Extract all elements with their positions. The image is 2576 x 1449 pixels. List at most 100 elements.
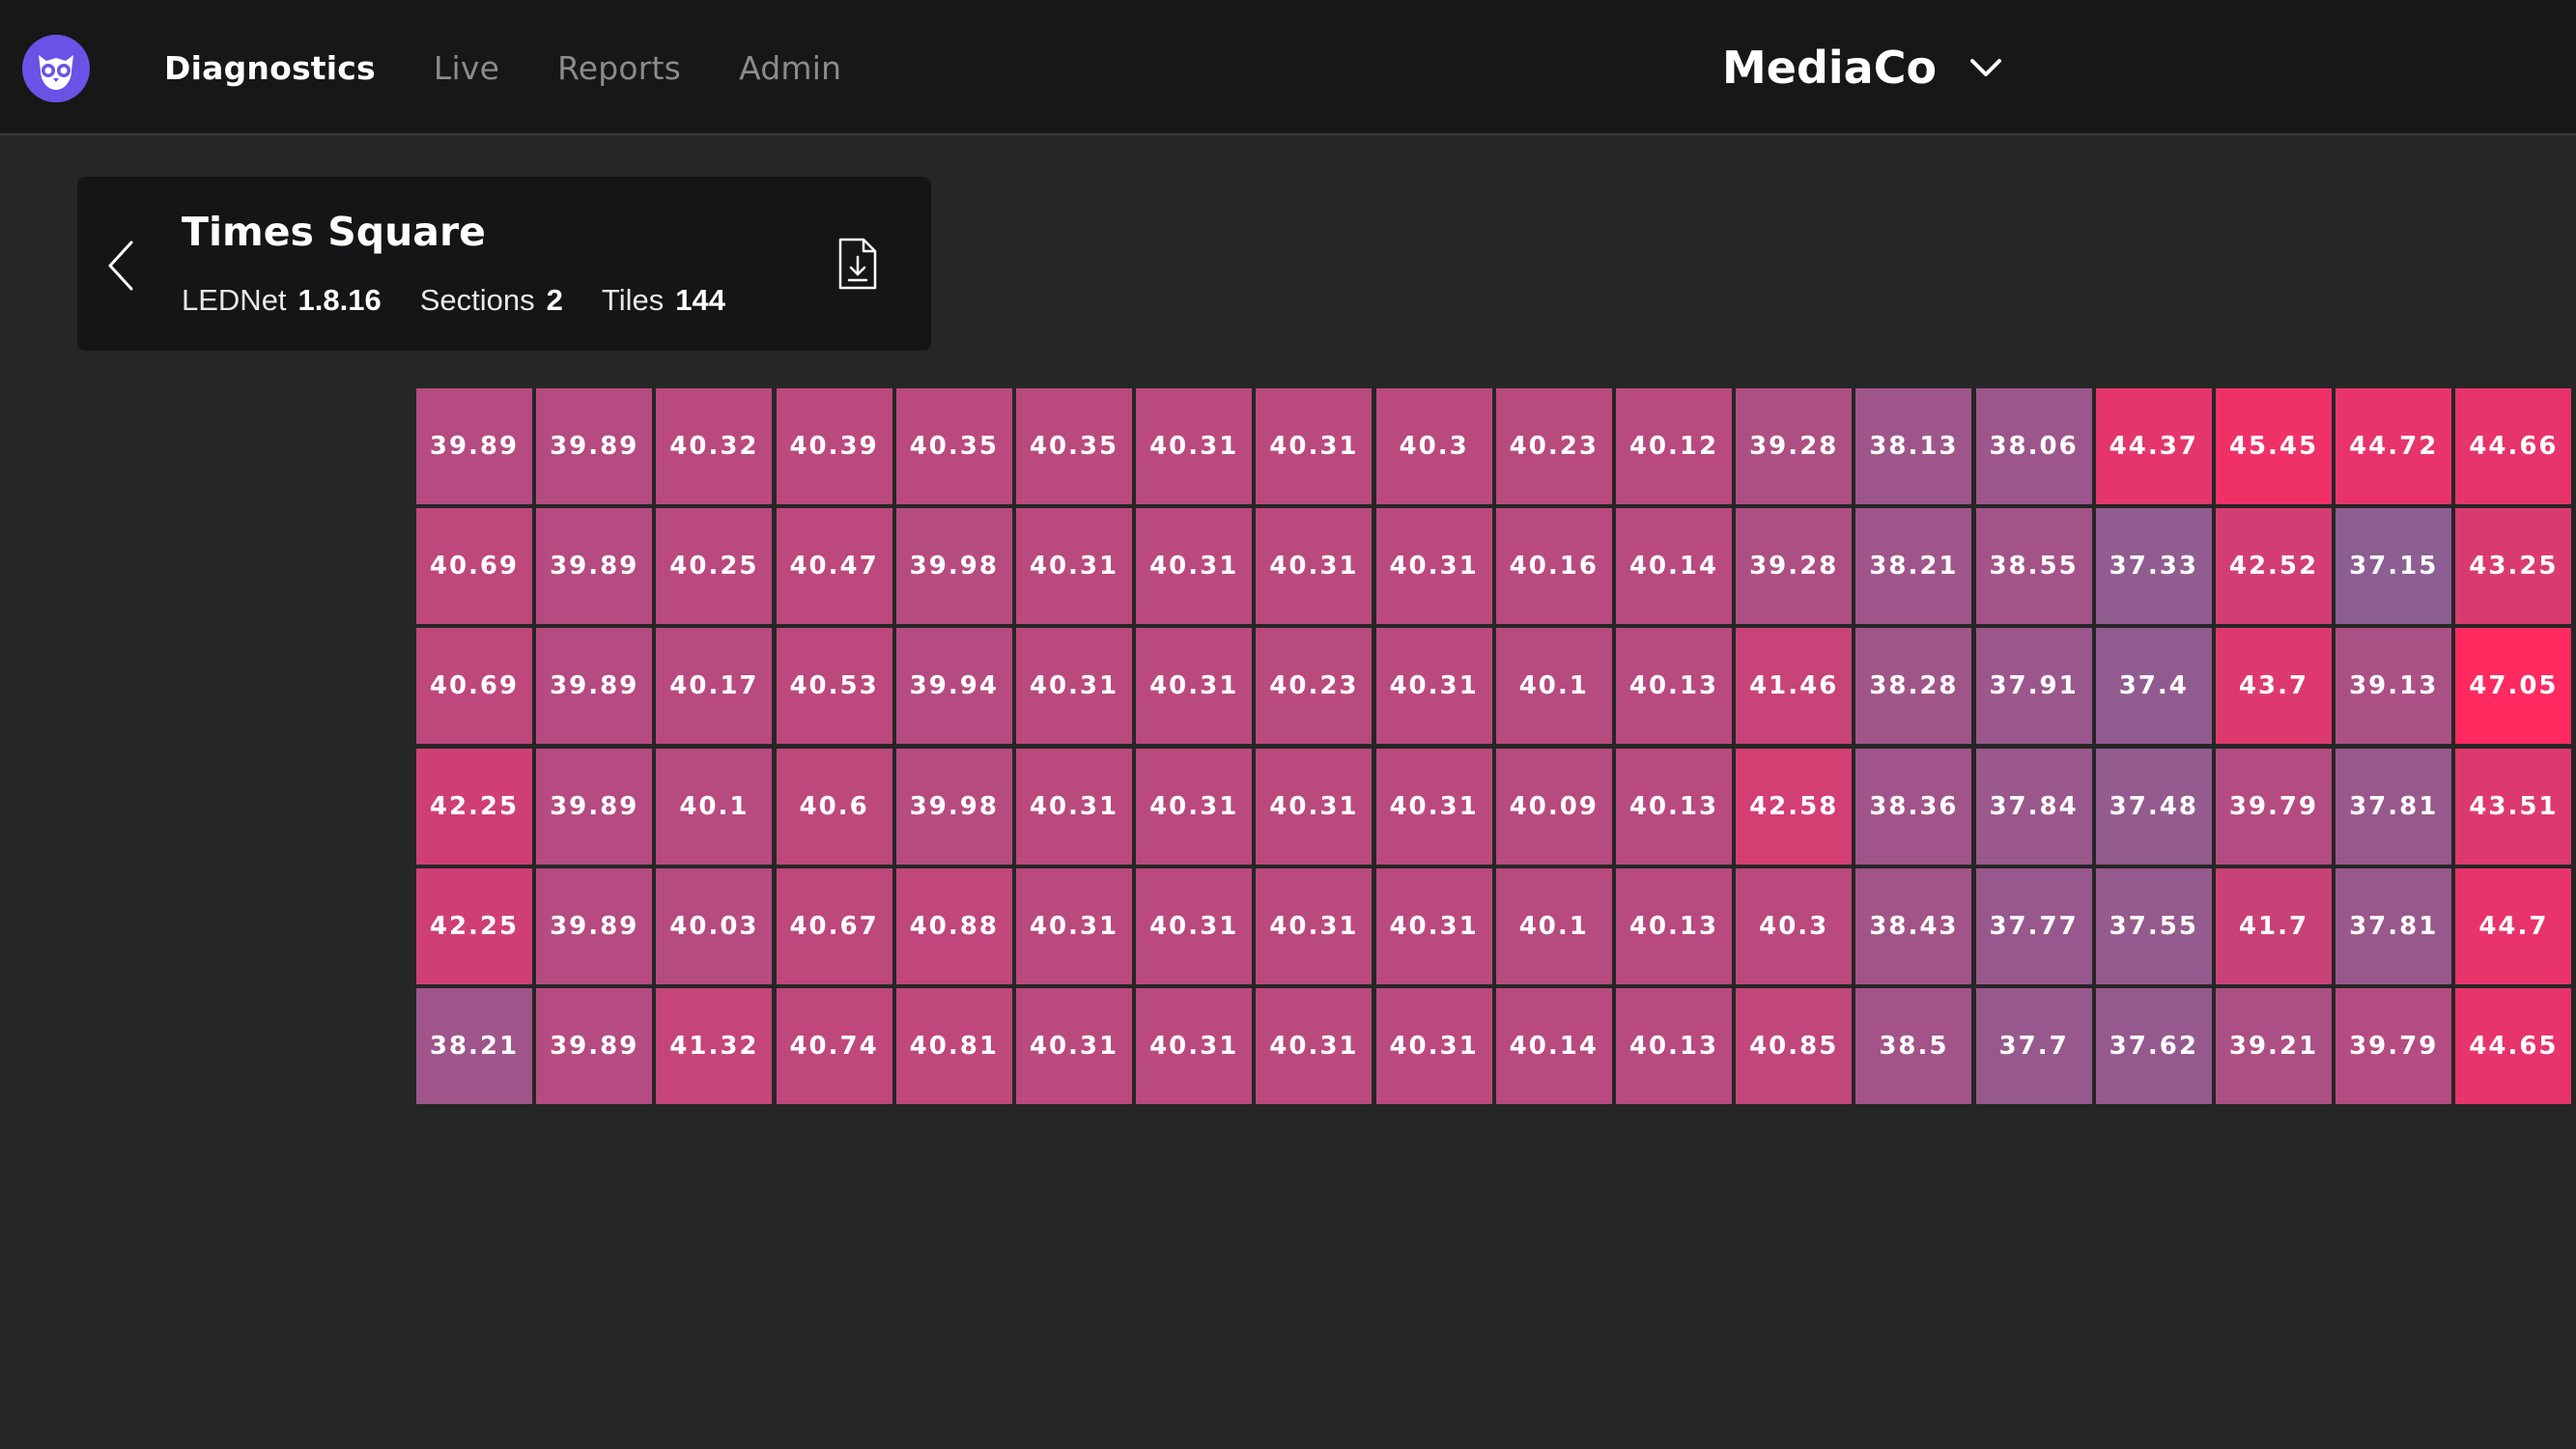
heatmap-tile[interactable]: 39.89 (416, 388, 532, 504)
heatmap-tile[interactable]: 42.52 (2216, 508, 2332, 625)
heatmap-tile[interactable]: 40.1 (1495, 867, 1612, 984)
heatmap-tile[interactable]: 40.25 (656, 508, 773, 625)
heatmap-tile[interactable]: 44.65 (2455, 988, 2572, 1104)
heatmap-tile[interactable]: 39.79 (2216, 748, 2332, 865)
heatmap-tile[interactable]: 40.23 (1256, 628, 1373, 745)
heatmap-tile[interactable]: 37.33 (2095, 508, 2212, 625)
heatmap-tile[interactable]: 40.23 (1495, 388, 1612, 504)
heatmap-tile[interactable]: 40.03 (656, 867, 773, 984)
heatmap-tile[interactable]: 40.81 (895, 988, 1012, 1104)
heatmap-tile[interactable]: 40.32 (656, 388, 773, 504)
heatmap-tile[interactable]: 40.09 (1495, 748, 1612, 865)
heatmap-tile[interactable]: 39.94 (895, 628, 1012, 745)
heatmap-tile[interactable]: 39.89 (536, 867, 653, 984)
heatmap-tile[interactable]: 40.35 (895, 388, 1012, 504)
heatmap-tile[interactable]: 38.43 (1855, 867, 1972, 984)
nav-item-reports[interactable]: Reports (557, 49, 681, 87)
heatmap-tile[interactable]: 45.45 (2216, 388, 2332, 504)
org-switcher[interactable]: MediaCo (1722, 0, 2002, 135)
heatmap-tile[interactable]: 40.1 (656, 748, 773, 865)
heatmap-tile[interactable]: 41.32 (656, 988, 773, 1104)
heatmap-tile[interactable]: 40.31 (1136, 508, 1253, 625)
heatmap-tile[interactable]: 40.31 (1136, 748, 1253, 865)
heatmap-tile[interactable]: 37.48 (2095, 748, 2212, 865)
heatmap-tile[interactable]: 39.89 (536, 388, 653, 504)
nav-item-admin[interactable]: Admin (739, 49, 841, 87)
heatmap-tile[interactable]: 40.14 (1495, 988, 1612, 1104)
heatmap-tile[interactable]: 41.46 (1736, 628, 1853, 745)
heatmap-tile[interactable]: 37.7 (1975, 988, 2092, 1104)
heatmap-tile[interactable]: 40.31 (1256, 508, 1373, 625)
heatmap-tile[interactable]: 40.14 (1616, 508, 1732, 625)
heatmap-tile[interactable]: 40.39 (776, 388, 892, 504)
heatmap-tile[interactable]: 44.66 (2455, 388, 2572, 504)
heatmap-tile[interactable]: 39.89 (536, 508, 653, 625)
heatmap-tile[interactable]: 40.31 (1016, 628, 1132, 745)
heatmap-tile[interactable]: 37.4 (2095, 628, 2212, 745)
heatmap-tile[interactable]: 40.74 (776, 988, 892, 1104)
heatmap-tile[interactable]: 40.69 (416, 508, 532, 625)
heatmap-tile[interactable]: 44.7 (2455, 867, 2572, 984)
heatmap-tile[interactable]: 40.31 (1375, 867, 1492, 984)
heatmap-tile[interactable]: 40.31 (1375, 748, 1492, 865)
heatmap-tile[interactable]: 42.58 (1736, 748, 1853, 865)
heatmap-tile[interactable]: 38.21 (416, 988, 532, 1104)
heatmap-tile[interactable]: 40.53 (776, 628, 892, 745)
heatmap-tile[interactable]: 38.36 (1855, 748, 1972, 865)
download-report-button[interactable] (833, 236, 881, 292)
heatmap-tile[interactable]: 39.28 (1736, 508, 1853, 625)
heatmap-tile[interactable]: 40.88 (895, 867, 1012, 984)
heatmap-tile[interactable]: 40.31 (1016, 748, 1132, 865)
heatmap-tile[interactable]: 40.13 (1616, 628, 1732, 745)
heatmap-tile[interactable]: 40.31 (1375, 628, 1492, 745)
heatmap-tile[interactable]: 37.81 (2335, 867, 2452, 984)
heatmap-tile[interactable]: 39.21 (2216, 988, 2332, 1104)
heatmap-tile[interactable]: 39.98 (895, 508, 1012, 625)
heatmap-tile[interactable]: 40.67 (776, 867, 892, 984)
heatmap-tile[interactable]: 40.31 (1375, 508, 1492, 625)
heatmap-tile[interactable]: 43.51 (2455, 748, 2572, 865)
heatmap-tile[interactable]: 38.21 (1855, 508, 1972, 625)
heatmap-tile[interactable]: 40.85 (1736, 988, 1853, 1104)
nav-item-diagnostics[interactable]: Diagnostics (164, 49, 376, 87)
heatmap-tile[interactable]: 40.13 (1616, 748, 1732, 865)
heatmap-tile[interactable]: 40.12 (1616, 388, 1732, 504)
heatmap-tile[interactable]: 38.28 (1855, 628, 1972, 745)
heatmap-tile[interactable]: 40.3 (1375, 388, 1492, 504)
heatmap-tile[interactable]: 40.31 (1256, 867, 1373, 984)
heatmap-tile[interactable]: 40.31 (1016, 867, 1132, 984)
heatmap-tile[interactable]: 37.15 (2335, 508, 2452, 625)
heatmap-tile[interactable]: 40.69 (416, 628, 532, 745)
heatmap-tile[interactable]: 43.25 (2455, 508, 2572, 625)
heatmap-tile[interactable]: 40.31 (1136, 988, 1253, 1104)
heatmap-tile[interactable]: 40.17 (656, 628, 773, 745)
heatmap-tile[interactable]: 40.1 (1495, 628, 1612, 745)
heatmap-tile[interactable]: 40.3 (1736, 867, 1853, 984)
heatmap-tile[interactable]: 42.25 (416, 867, 532, 984)
heatmap-tile[interactable]: 40.31 (1375, 988, 1492, 1104)
heatmap-tile[interactable]: 40.31 (1016, 508, 1132, 625)
heatmap-tile[interactable]: 40.31 (1256, 388, 1373, 504)
heatmap-tile[interactable]: 40.13 (1616, 988, 1732, 1104)
heatmap-tile[interactable]: 38.5 (1855, 988, 1972, 1104)
heatmap-tile[interactable]: 40.31 (1256, 748, 1373, 865)
heatmap-tile[interactable]: 38.06 (1975, 388, 2092, 504)
heatmap-tile[interactable]: 39.28 (1736, 388, 1853, 504)
back-button[interactable] (97, 237, 145, 295)
heatmap-tile[interactable]: 44.37 (2095, 388, 2212, 504)
heatmap-tile[interactable]: 39.89 (536, 628, 653, 745)
heatmap-tile[interactable]: 40.13 (1616, 867, 1732, 984)
heatmap-tile[interactable]: 41.7 (2216, 867, 2332, 984)
heatmap-tile[interactable]: 37.55 (2095, 867, 2212, 984)
owl-logo-icon[interactable] (22, 35, 90, 102)
heatmap-tile[interactable]: 40.31 (1016, 988, 1132, 1104)
heatmap-tile[interactable]: 40.16 (1495, 508, 1612, 625)
heatmap-tile[interactable]: 38.13 (1855, 388, 1972, 504)
heatmap-tile[interactable]: 39.79 (2335, 988, 2452, 1104)
heatmap-tile[interactable]: 40.31 (1136, 867, 1253, 984)
heatmap-tile[interactable]: 40.31 (1136, 628, 1253, 745)
heatmap-tile[interactable]: 37.77 (1975, 867, 2092, 984)
heatmap-tile[interactable]: 39.89 (536, 988, 653, 1104)
heatmap-tile[interactable]: 43.7 (2216, 628, 2332, 745)
heatmap-tile[interactable]: 37.84 (1975, 748, 2092, 865)
